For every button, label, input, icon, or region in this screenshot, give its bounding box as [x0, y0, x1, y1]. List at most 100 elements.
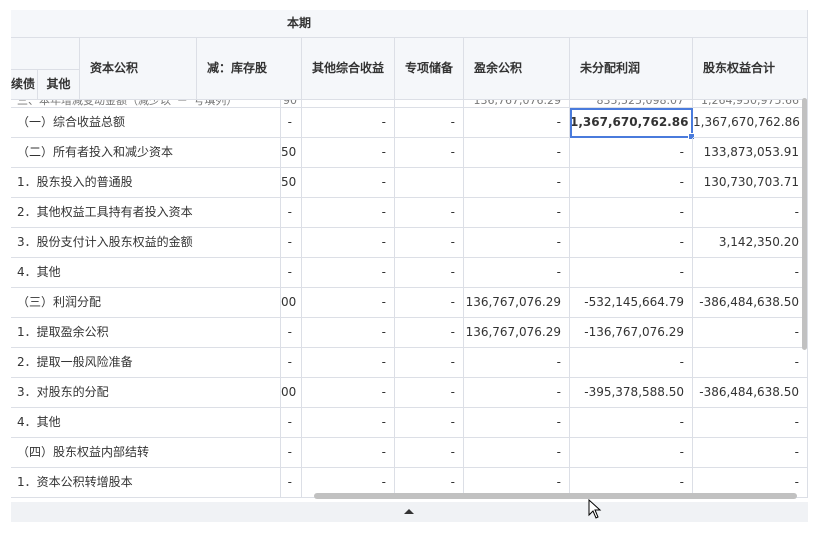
- header-col-total-equity[interactable]: 股东权益合计: [693, 38, 808, 100]
- spreadsheet-table[interactable]: 本期 续债 其他 资本公积 减：库存股 其他综合收益 专项储备 盈余公积 未分配…: [11, 10, 808, 522]
- row-label[interactable]: 1．股东投入的普通股: [11, 168, 281, 198]
- row-label[interactable]: 3．股份支付计入股东权益的金额: [11, 228, 281, 258]
- vertical-scrollbar-thumb[interactable]: [802, 98, 807, 350]
- cell-special[interactable]: -: [395, 438, 464, 468]
- cell-retained[interactable]: -: [570, 258, 693, 288]
- cell-retained[interactable]: -: [570, 228, 693, 258]
- row-label[interactable]: （二）所有者投入和减少资本: [11, 138, 281, 168]
- cell-oci[interactable]: -: [302, 198, 395, 228]
- cell-retained[interactable]: 835,525,098.07: [570, 100, 693, 108]
- cell-special[interactable]: -: [395, 318, 464, 348]
- horizontal-scrollbar-thumb[interactable]: [314, 493, 797, 499]
- cell-retained[interactable]: -: [570, 198, 693, 228]
- cell-total[interactable]: -: [693, 258, 808, 288]
- cell-surplus[interactable]: -: [464, 108, 570, 138]
- cell-total[interactable]: -: [693, 438, 808, 468]
- cell-total[interactable]: -: [693, 198, 808, 228]
- cell-treasury[interactable]: 00: [281, 378, 302, 408]
- cell-total[interactable]: 1,264,950,975.66: [693, 100, 808, 108]
- cell-total[interactable]: -: [693, 318, 808, 348]
- cell-treasury[interactable]: -: [281, 318, 302, 348]
- cell-oci[interactable]: -: [302, 288, 395, 318]
- cell-treasury[interactable]: -: [281, 198, 302, 228]
- cell-surplus[interactable]: 136,767,076.29: [464, 100, 570, 108]
- cell-special[interactable]: -: [395, 198, 464, 228]
- cell-surplus[interactable]: -: [464, 408, 570, 438]
- cell-special[interactable]: -: [395, 288, 464, 318]
- header-col-perpetual-bond[interactable]: 续债: [11, 70, 38, 100]
- cell-retained[interactable]: -532,145,664.79: [570, 288, 693, 318]
- cell-surplus[interactable]: -: [464, 198, 570, 228]
- cell-total[interactable]: 133,873,053.91: [693, 138, 808, 168]
- cell-treasury[interactable]: 50: [281, 168, 302, 198]
- row-label[interactable]: （三）利润分配: [11, 288, 281, 318]
- header-col-treasury-stock[interactable]: 减：库存股: [197, 38, 302, 100]
- cell-treasury[interactable]: -: [281, 348, 302, 378]
- header-col-surplus-reserve[interactable]: 盈余公积: [464, 38, 570, 100]
- cell-oci[interactable]: -: [302, 138, 395, 168]
- cell-retained[interactable]: -: [570, 438, 693, 468]
- cell-oci[interactable]: -: [302, 408, 395, 438]
- cell-special[interactable]: -: [395, 348, 464, 378]
- cell-special[interactable]: -: [395, 228, 464, 258]
- cell-special[interactable]: -: [395, 138, 464, 168]
- cell-treasury[interactable]: -: [281, 258, 302, 288]
- row-label[interactable]: （四）股东权益内部结转: [11, 438, 281, 468]
- cell-retained[interactable]: -: [570, 138, 693, 168]
- cell-surplus[interactable]: -: [464, 138, 570, 168]
- cell-special[interactable]: -: [395, 408, 464, 438]
- cell-retained[interactable]: -: [570, 348, 693, 378]
- cell-retained[interactable]: -: [570, 168, 693, 198]
- cell-treasury[interactable]: 90: [281, 100, 302, 108]
- cell-treasury[interactable]: -: [281, 408, 302, 438]
- cell-oci[interactable]: -: [302, 168, 395, 198]
- row-label[interactable]: 2．其他权益工具持有者投入资本: [11, 198, 281, 228]
- cell-total[interactable]: 130,730,703.71: [693, 168, 808, 198]
- cell-special[interactable]: -: [395, 378, 464, 408]
- cell-treasury[interactable]: -: [281, 108, 302, 138]
- cell-oci[interactable]: -: [302, 438, 395, 468]
- cell-oci[interactable]: -: [302, 348, 395, 378]
- cell-surplus[interactable]: -: [464, 378, 570, 408]
- cell-retained[interactable]: -395,378,588.50: [570, 378, 693, 408]
- cell-surplus[interactable]: 136,767,076.29: [464, 288, 570, 318]
- cell-oci[interactable]: -: [302, 258, 395, 288]
- cell-retained-selected[interactable]: 1,367,670,762.86: [570, 108, 693, 138]
- header-col-retained-earnings[interactable]: 未分配利润: [570, 38, 693, 100]
- cell-surplus[interactable]: -: [464, 228, 570, 258]
- cell-total[interactable]: 1,367,670,762.86: [693, 108, 808, 138]
- header-col-other[interactable]: 其他: [38, 70, 80, 100]
- cell-total[interactable]: -: [693, 408, 808, 438]
- cell-treasury[interactable]: 50: [281, 138, 302, 168]
- cell-special[interactable]: -: [395, 258, 464, 288]
- cell-total[interactable]: -386,484,638.50: [693, 378, 808, 408]
- header-col-capital-reserve[interactable]: 资本公积: [80, 38, 197, 100]
- cell-surplus[interactable]: -: [464, 438, 570, 468]
- cell-treasury[interactable]: -: [281, 228, 302, 258]
- row-label[interactable]: 3．对股东的分配: [11, 378, 281, 408]
- cell-oci[interactable]: -: [302, 378, 395, 408]
- row-label[interactable]: 1．资本公积转增股本: [11, 468, 281, 498]
- cell-total[interactable]: 3,142,350.20: [693, 228, 808, 258]
- cell-oci[interactable]: -: [302, 108, 395, 138]
- cell-surplus[interactable]: -: [464, 168, 570, 198]
- row-label[interactable]: 1．提取盈余公积: [11, 318, 281, 348]
- row-label[interactable]: 4．其他: [11, 258, 281, 288]
- cell-special[interactable]: -: [395, 108, 464, 138]
- cell-special[interactable]: [395, 100, 464, 108]
- cell-total[interactable]: -386,484,638.50: [693, 288, 808, 318]
- row-label[interactable]: 4．其他: [11, 408, 281, 438]
- cell-treasury[interactable]: -: [281, 468, 302, 498]
- cell-total[interactable]: -: [693, 348, 808, 378]
- caret-up-icon[interactable]: [404, 509, 414, 514]
- cell-oci[interactable]: [302, 100, 395, 108]
- cell-treasury[interactable]: -: [281, 438, 302, 468]
- cell-oci[interactable]: -: [302, 318, 395, 348]
- cell-treasury[interactable]: 00: [281, 288, 302, 318]
- row-label[interactable]: （一）综合收益总额: [11, 108, 281, 138]
- cell-retained[interactable]: -136,767,076.29: [570, 318, 693, 348]
- header-col-special-reserve[interactable]: 专项储备: [395, 38, 464, 100]
- row-label[interactable]: 三、本年增减变动金额（减少以“－”号填列）: [11, 100, 281, 108]
- cell-oci[interactable]: -: [302, 228, 395, 258]
- row-label[interactable]: 2．提取一般风险准备: [11, 348, 281, 378]
